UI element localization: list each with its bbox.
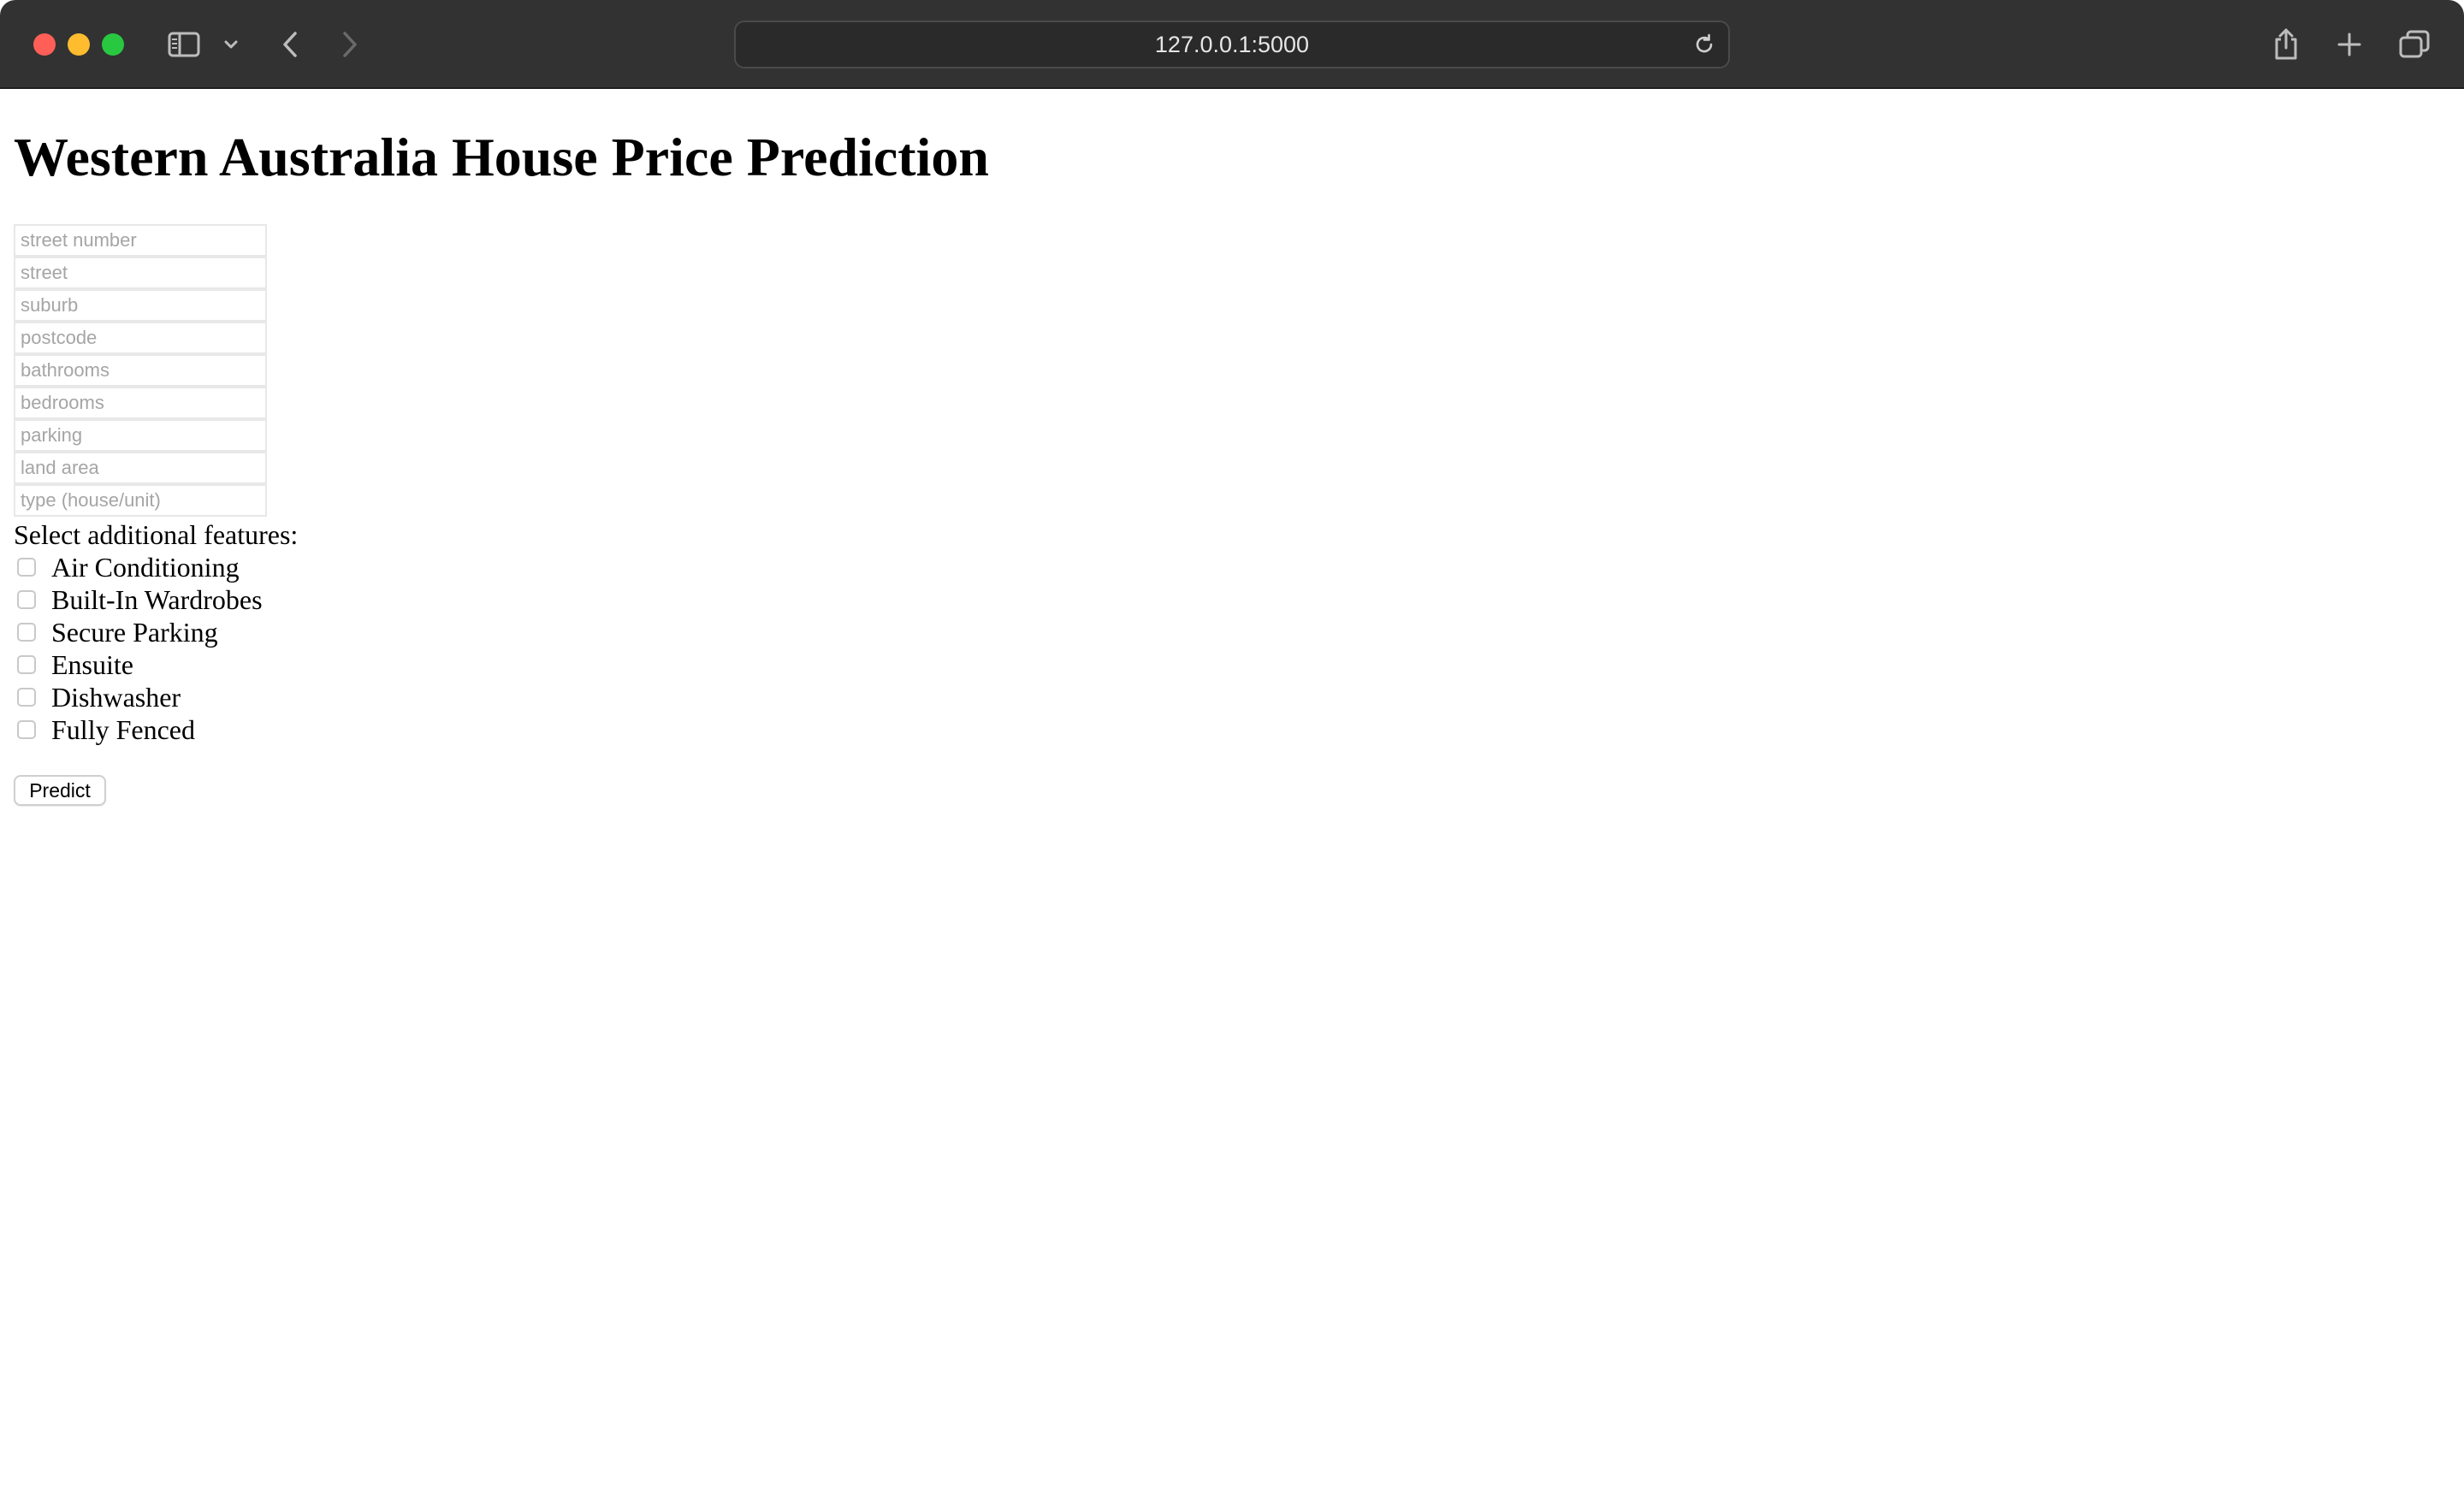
features-label: Select additional features: — [14, 519, 299, 550]
secure-parking-checkbox[interactable] — [17, 623, 36, 642]
ensuite-checkbox[interactable] — [17, 655, 36, 674]
features-list: Air Conditioning Built-In Wardrobes Secu… — [14, 551, 263, 746]
browser-toolbar: 127.0.0.1:5000 — [0, 0, 2464, 89]
street-input[interactable] — [14, 257, 267, 289]
feature-built-in-wardrobes: Built-In Wardrobes — [14, 583, 263, 616]
tabs-overview-icon[interactable] — [2397, 24, 2431, 65]
fully-fenced-checkbox[interactable] — [17, 720, 36, 739]
land-area-input[interactable] — [14, 452, 267, 484]
predict-button[interactable]: Predict — [14, 775, 106, 806]
feature-dishwasher: Dishwasher — [14, 681, 263, 713]
feature-fully-fenced: Fully Fenced — [14, 713, 263, 746]
maximize-window-button[interactable] — [102, 33, 124, 56]
parking-input[interactable] — [14, 419, 267, 452]
address-bar[interactable]: 127.0.0.1:5000 — [734, 21, 1730, 68]
feature-label: Secure Parking — [51, 617, 218, 648]
postcode-input[interactable] — [14, 322, 267, 354]
feature-label: Ensuite — [51, 649, 133, 680]
share-icon[interactable] — [2271, 24, 2301, 65]
minimize-window-button[interactable] — [68, 33, 90, 56]
dishwasher-checkbox[interactable] — [17, 688, 36, 707]
feature-secure-parking: Secure Parking — [14, 616, 263, 648]
street-number-input[interactable] — [14, 224, 267, 257]
bedrooms-input[interactable] — [14, 387, 267, 419]
air-conditioning-checkbox[interactable] — [17, 558, 36, 577]
browser-window: 127.0.0.1:5000 Western Australia House P… — [0, 0, 2464, 1497]
feature-label: Air Conditioning — [51, 552, 240, 583]
page-content: Western Australia House Price Prediction… — [0, 89, 2464, 1497]
url-text: 127.0.0.1:5000 — [1154, 32, 1310, 57]
suburb-input[interactable] — [14, 289, 267, 322]
built-in-wardrobes-checkbox[interactable] — [17, 590, 36, 609]
reload-icon[interactable] — [1692, 33, 1716, 61]
prediction-form — [14, 224, 267, 517]
back-icon[interactable] — [275, 24, 305, 65]
feature-ensuite: Ensuite — [14, 648, 263, 681]
feature-label: Built-In Wardrobes — [51, 584, 263, 615]
sidebar-icon[interactable] — [166, 24, 202, 65]
feature-label: Dishwasher — [51, 682, 181, 713]
feature-air-conditioning: Air Conditioning — [14, 551, 263, 583]
chevron-down-icon[interactable] — [219, 24, 243, 65]
bathrooms-input[interactable] — [14, 354, 267, 387]
close-window-button[interactable] — [33, 33, 56, 56]
plus-icon[interactable] — [2334, 24, 2365, 65]
property-type-input[interactable] — [14, 484, 267, 517]
feature-label: Fully Fenced — [51, 714, 195, 745]
page-title: Western Australia House Price Prediction — [14, 127, 989, 187]
forward-icon[interactable] — [335, 24, 364, 65]
